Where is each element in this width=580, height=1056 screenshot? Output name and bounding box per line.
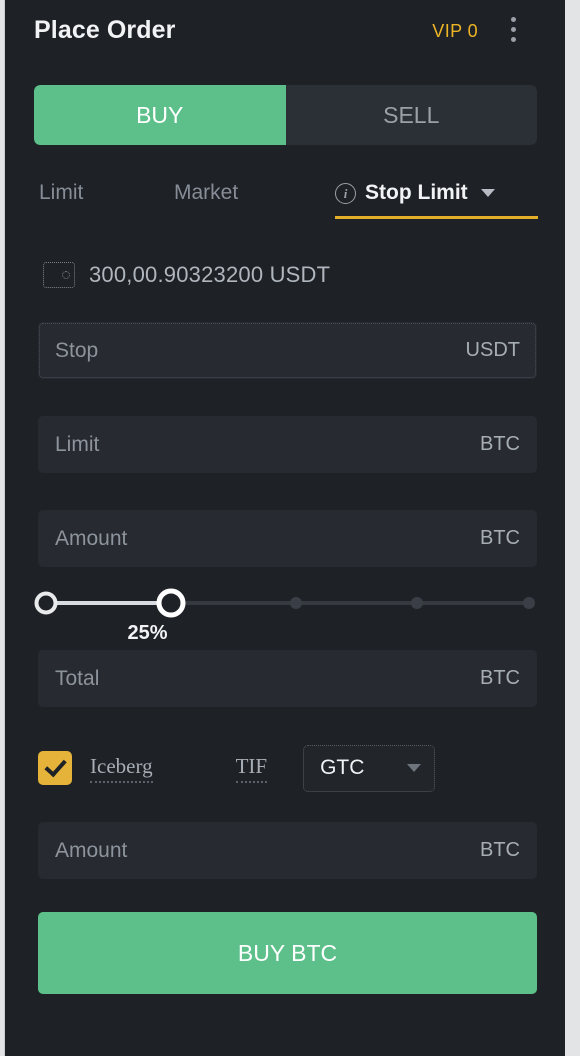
tab-market[interactable]: Market	[174, 172, 238, 214]
amount-unit: BTC	[480, 527, 520, 549]
stop-price-input[interactable]: Stop USDT	[38, 322, 537, 379]
checkmark-icon	[44, 754, 67, 778]
iceberg-options-row: Iceberg TIF GTC	[38, 742, 537, 794]
wallet-icon	[43, 262, 75, 288]
slider-fill	[46, 601, 171, 605]
available-balance: 300,00.90323200 USDT	[43, 262, 330, 288]
total-input[interactable]: Total BTC	[38, 650, 537, 707]
stop-price-unit: USDT	[465, 339, 520, 361]
more-dot	[510, 37, 516, 42]
more-dot	[510, 17, 516, 22]
iceberg-amount-unit: BTC	[480, 839, 520, 861]
sell-tab[interactable]: SELL	[285, 85, 537, 145]
slider-step-100[interactable]	[523, 597, 535, 609]
iceberg-checkbox[interactable]	[38, 751, 72, 785]
tif-label[interactable]: TIF	[235, 754, 268, 783]
chevron-down-icon[interactable]	[480, 189, 495, 197]
chevron-down-icon	[407, 764, 422, 772]
more-dot	[510, 27, 516, 32]
page-title: Place Order	[34, 16, 176, 44]
submit-order-button[interactable]: BUY BTC	[38, 912, 537, 994]
slider-step-0[interactable]	[34, 591, 58, 615]
limit-price-unit: BTC	[480, 433, 520, 455]
iceberg-amount-placeholder: Amount	[55, 838, 128, 862]
tab-stop-limit-label: Stop Limit	[365, 181, 468, 204]
active-tab-underline	[335, 216, 538, 219]
total-unit: BTC	[480, 667, 520, 689]
limit-price-placeholder: Limit	[55, 432, 100, 456]
place-order-panel: Place Order VIP 0 BUY SELL Limit Market …	[4, 0, 565, 1056]
more-vertical-icon[interactable]	[500, 17, 526, 47]
info-circle-icon[interactable]: i	[335, 182, 356, 204]
order-type-tabs: Limit Market i Stop Limit	[34, 172, 538, 226]
amount-placeholder: Amount	[55, 526, 128, 550]
side-toggle: BUY SELL	[34, 85, 537, 145]
amount-input[interactable]: Amount BTC	[38, 510, 537, 567]
slider-handle[interactable]	[156, 588, 186, 618]
tab-limit-label: Limit	[39, 181, 84, 204]
amount-percent-slider[interactable]	[34, 588, 537, 618]
stop-price-placeholder: Stop	[55, 338, 99, 362]
available-balance-text: 300,00.90323200 USDT	[89, 262, 331, 287]
slider-value-label: 25%	[127, 622, 168, 644]
tab-market-label: Market	[174, 181, 239, 204]
tif-selected-value: GTC	[320, 756, 365, 779]
slider-step-75[interactable]	[411, 597, 423, 609]
tif-select[interactable]: GTC	[303, 744, 436, 792]
iceberg-label[interactable]: Iceberg	[90, 754, 153, 783]
slider-step-50[interactable]	[290, 597, 302, 609]
panel-header: Place Order VIP 0	[5, 0, 565, 66]
total-placeholder: Total	[55, 666, 100, 690]
iceberg-amount-input[interactable]: Amount BTC	[38, 822, 537, 879]
tab-limit[interactable]: Limit	[39, 172, 83, 214]
limit-price-input[interactable]: Limit BTC	[38, 416, 537, 473]
vip-badge[interactable]: VIP 0	[432, 21, 478, 42]
tab-stop-limit[interactable]: i Stop Limit	[335, 172, 495, 214]
buy-tab[interactable]: BUY	[34, 85, 286, 145]
